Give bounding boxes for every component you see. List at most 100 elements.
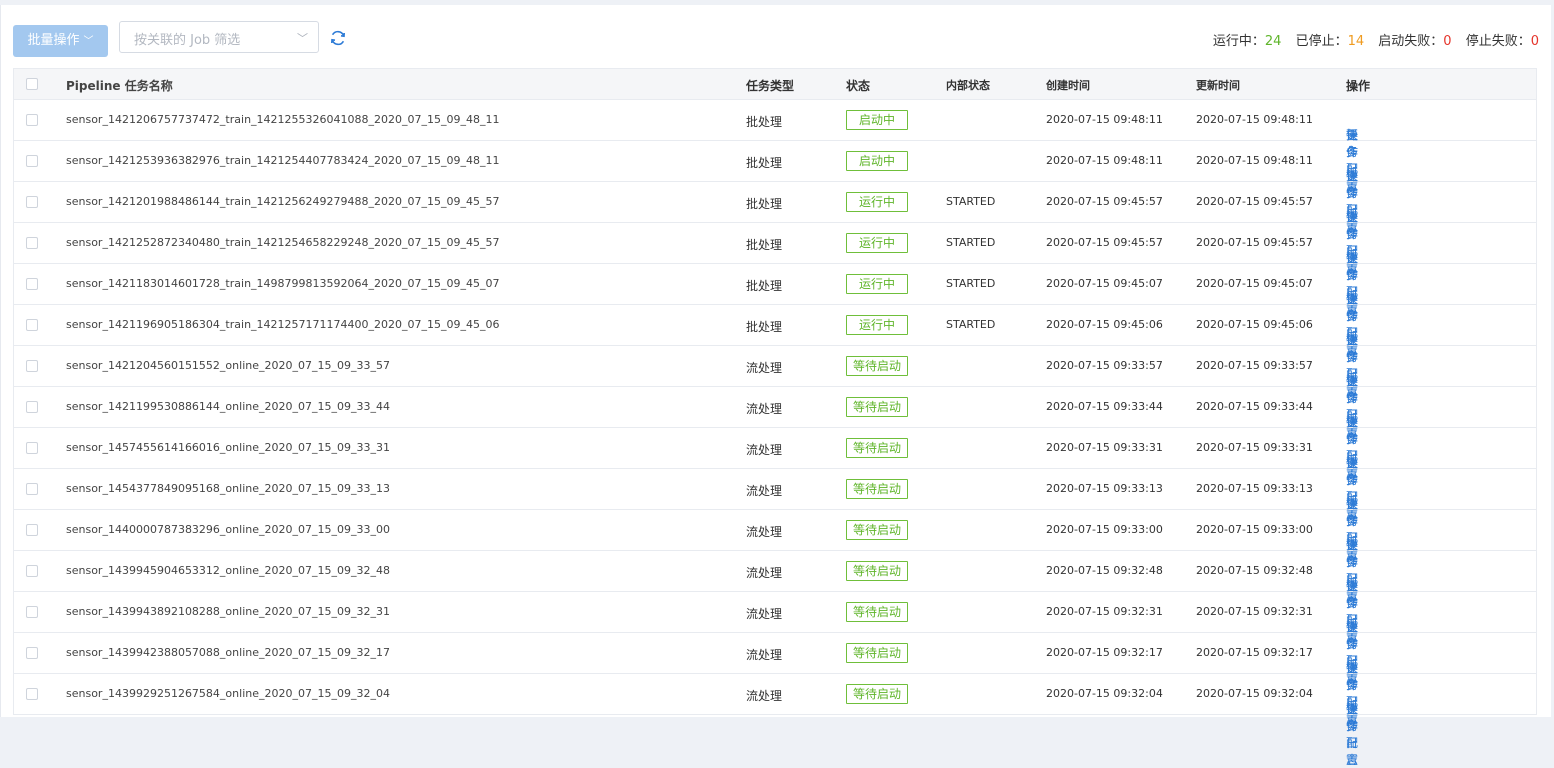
task-type: 流处理: [746, 566, 783, 580]
status-cell: 启动中: [846, 151, 908, 171]
row-checkbox[interactable]: [26, 524, 38, 536]
refresh-icon[interactable]: [329, 29, 347, 47]
task-type: 流处理: [746, 689, 783, 703]
row-checkbox[interactable]: [26, 237, 38, 249]
created-time: 2020-07-15 09:33:44: [1046, 400, 1163, 413]
header-created: 创建时间: [1046, 79, 1090, 92]
task-type: 批处理: [746, 279, 783, 293]
task-type: 流处理: [746, 607, 783, 621]
row-checkbox[interactable]: [26, 606, 38, 618]
row-checkbox[interactable]: [26, 647, 38, 659]
created-time: 2020-07-15 09:45:57: [1046, 195, 1163, 208]
updated-time: 2020-07-15 09:45:06: [1196, 318, 1313, 331]
status-cell: 等待启动: [846, 520, 908, 540]
header-status: 状态: [846, 79, 871, 93]
row-checkbox[interactable]: [26, 483, 38, 495]
created-time: 2020-07-15 09:33:31: [1046, 441, 1163, 454]
more-link[interactable]: 更多: [1346, 700, 1358, 734]
job-filter-placeholder: 按关联的 Job 筛选: [134, 33, 241, 48]
table-row: sensor_1439943892108288_online_2020_07_1…: [14, 592, 1536, 685]
created-time: 2020-07-15 09:33:13: [1046, 482, 1163, 495]
pipeline-name: sensor_1439942388057088_online_2020_07_1…: [66, 646, 390, 659]
status-cell: 等待启动: [846, 397, 908, 417]
row-checkbox[interactable]: [26, 278, 38, 290]
row-checkbox[interactable]: [26, 565, 38, 577]
row-checkbox[interactable]: [26, 688, 38, 700]
inner-status: STARTED: [946, 236, 996, 249]
created-time: 2020-07-15 09:48:11: [1046, 113, 1163, 126]
header-type: 任务类型: [746, 79, 795, 93]
status-badge: 等待启动: [846, 602, 908, 622]
row-checkbox[interactable]: [26, 401, 38, 413]
task-type: 批处理: [746, 238, 783, 252]
updated-time: 2020-07-15 09:32:04: [1196, 687, 1313, 700]
table-body: sensor_1421206757737472_train_1421255326…: [14, 100, 1536, 767]
task-type: 批处理: [746, 156, 783, 170]
table-row: sensor_1421253936382976_train_1421254407…: [14, 141, 1536, 234]
toolbar: 批量操作 ﹀ 按关联的 Job 筛选 ﹀ 运行中：24 已停止：14 启动失败：0…: [13, 21, 1539, 57]
table-header: Pipeline 任务名称 任务类型 状态 内部状态 创建时间 更新时间 操作: [14, 69, 1536, 100]
row-checkbox[interactable]: [26, 442, 38, 454]
pipeline-table: Pipeline 任务名称 任务类型 状态 内部状态 创建时间 更新时间 操作 …: [13, 68, 1537, 767]
task-type: 批处理: [746, 197, 783, 211]
task-type: 流处理: [746, 402, 783, 416]
table-row: sensor_1439942388057088_online_2020_07_1…: [14, 633, 1536, 726]
pipeline-name: sensor_1421206757737472_train_1421255326…: [66, 113, 500, 126]
pipeline-name: sensor_1439929251267584_online_2020_07_1…: [66, 687, 390, 700]
row-checkbox[interactable]: [26, 114, 38, 126]
batch-operation-button[interactable]: 批量操作 ﹀: [13, 25, 108, 57]
row-checkbox[interactable]: [26, 196, 38, 208]
table-row: sensor_1421199530886144_online_2020_07_1…: [14, 387, 1536, 480]
status-cell: 等待启动: [846, 684, 908, 704]
status-summary: 运行中：24 已停止：14 启动失败：0 停止失败：0: [1203, 30, 1539, 49]
table-row: sensor_1439929251267584_online_2020_07_1…: [14, 674, 1536, 767]
created-time: 2020-07-15 09:32:48: [1046, 564, 1163, 577]
created-time: 2020-07-15 09:32:04: [1046, 687, 1163, 700]
stopped-stat: 已停止：14: [1295, 34, 1365, 49]
pipeline-name: sensor_1439945904653312_online_2020_07_1…: [66, 564, 390, 577]
select-all-checkbox[interactable]: [26, 78, 38, 90]
status-cell: 等待启动: [846, 643, 908, 663]
status-badge: 等待启动: [846, 643, 908, 663]
status-badge: 等待启动: [846, 479, 908, 499]
status-badge: 启动中: [846, 110, 908, 130]
status-badge: 运行中: [846, 192, 908, 212]
job-filter-select[interactable]: 按关联的 Job 筛选 ﹀: [119, 21, 319, 53]
running-stat: 运行中：24: [1212, 34, 1282, 49]
pipeline-name: sensor_1440000787383296_online_2020_07_1…: [66, 523, 390, 536]
status-badge: 运行中: [846, 315, 908, 335]
header-inner-status: 内部状态: [946, 79, 990, 92]
created-time: 2020-07-15 09:45:07: [1046, 277, 1163, 290]
header-name: Pipeline 任务名称: [66, 79, 173, 93]
pipeline-panel: 批量操作 ﹀ 按关联的 Job 筛选 ﹀ 运行中：24 已停止：14 启动失败：0…: [0, 5, 1551, 767]
table-row: sensor_1439945904653312_online_2020_07_1…: [14, 551, 1536, 644]
row-checkbox[interactable]: [26, 155, 38, 167]
pipeline-name: sensor_1421183014601728_train_1498799813…: [66, 277, 500, 290]
updated-time: 2020-07-15 09:33:44: [1196, 400, 1313, 413]
pipeline-name: sensor_1421196905186304_train_1421257171…: [66, 318, 500, 331]
row-checkbox[interactable]: [26, 360, 38, 372]
task-type: 流处理: [746, 361, 783, 375]
inner-status: STARTED: [946, 318, 996, 331]
row-checkbox[interactable]: [26, 319, 38, 331]
status-badge: 等待启动: [846, 684, 908, 704]
table-row: sensor_1421204560151552_online_2020_07_1…: [14, 346, 1536, 439]
created-time: 2020-07-15 09:45:57: [1046, 236, 1163, 249]
status-badge: 等待启动: [846, 397, 908, 417]
created-time: 2020-07-15 09:48:11: [1046, 154, 1163, 167]
updated-time: 2020-07-15 09:32:17: [1196, 646, 1313, 659]
header-updated: 更新时间: [1196, 79, 1240, 92]
status-badge: 运行中: [846, 233, 908, 253]
updated-time: 2020-07-15 09:48:11: [1196, 154, 1313, 167]
task-type: 批处理: [746, 320, 783, 334]
table-row: sensor_1440000787383296_online_2020_07_1…: [14, 510, 1536, 603]
table-row: sensor_1421201988486144_train_1421256249…: [14, 182, 1536, 275]
created-time: 2020-07-15 09:32:31: [1046, 605, 1163, 618]
status-cell: 等待启动: [846, 479, 908, 499]
updated-time: 2020-07-15 09:33:57: [1196, 359, 1313, 372]
updated-time: 2020-07-15 09:45:57: [1196, 236, 1313, 249]
updated-time: 2020-07-15 09:33:13: [1196, 482, 1313, 495]
created-time: 2020-07-15 09:45:06: [1046, 318, 1163, 331]
start-failed-stat: 启动失败：0: [1378, 34, 1452, 49]
status-badge: 等待启动: [846, 561, 908, 581]
